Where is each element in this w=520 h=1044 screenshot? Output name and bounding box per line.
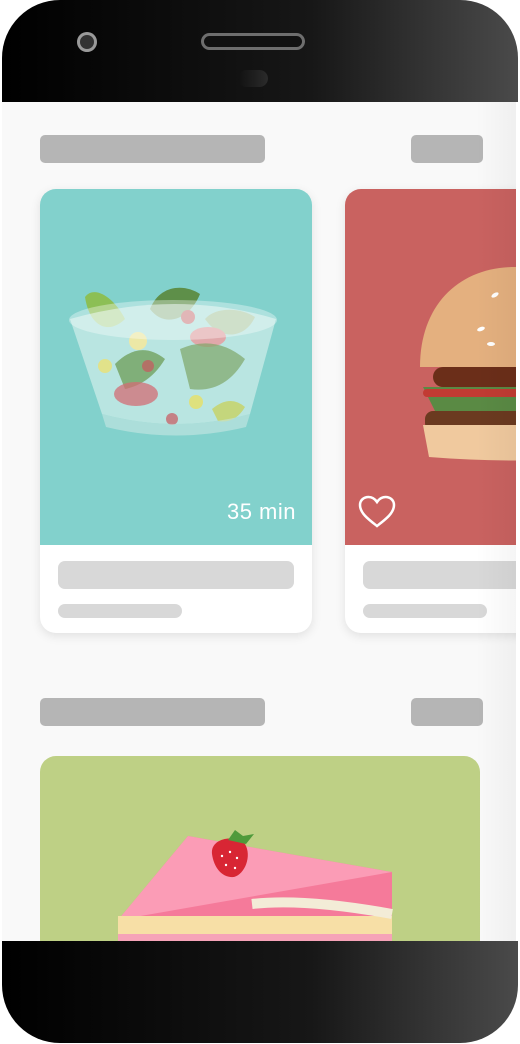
section-title-placeholder bbox=[40, 698, 265, 726]
burger-image bbox=[345, 189, 516, 545]
recipe-card-burger[interactable] bbox=[345, 189, 516, 633]
phone-bottom-bezel bbox=[2, 941, 518, 1043]
see-all-placeholder[interactable] bbox=[411, 698, 483, 726]
salad-bowl-illustration bbox=[69, 287, 277, 436]
phone-top-bezel bbox=[2, 0, 518, 102]
heart-outline-icon[interactable] bbox=[358, 495, 396, 529]
app-screen: 35 min bbox=[2, 102, 516, 941]
see-all-placeholder[interactable] bbox=[411, 135, 483, 163]
cake-illustration bbox=[118, 830, 393, 941]
proximity-sensor bbox=[238, 70, 268, 87]
cook-time-label: 35 min bbox=[226, 499, 296, 524]
recipe-card-salad[interactable]: 35 min bbox=[40, 189, 312, 633]
burger-illustration bbox=[420, 267, 516, 461]
earpiece-speaker bbox=[201, 33, 305, 50]
featured-recipe-card-cake[interactable] bbox=[40, 756, 480, 941]
card-subtitle-placeholder bbox=[58, 604, 182, 618]
card-subtitle-placeholder bbox=[363, 604, 487, 618]
salad-image: 35 min bbox=[40, 189, 312, 545]
section-title-placeholder bbox=[40, 135, 265, 163]
front-camera-icon bbox=[77, 32, 97, 52]
card-title-placeholder bbox=[58, 561, 294, 589]
phone-frame: 35 min bbox=[0, 0, 520, 1044]
card-title-placeholder bbox=[363, 561, 516, 589]
